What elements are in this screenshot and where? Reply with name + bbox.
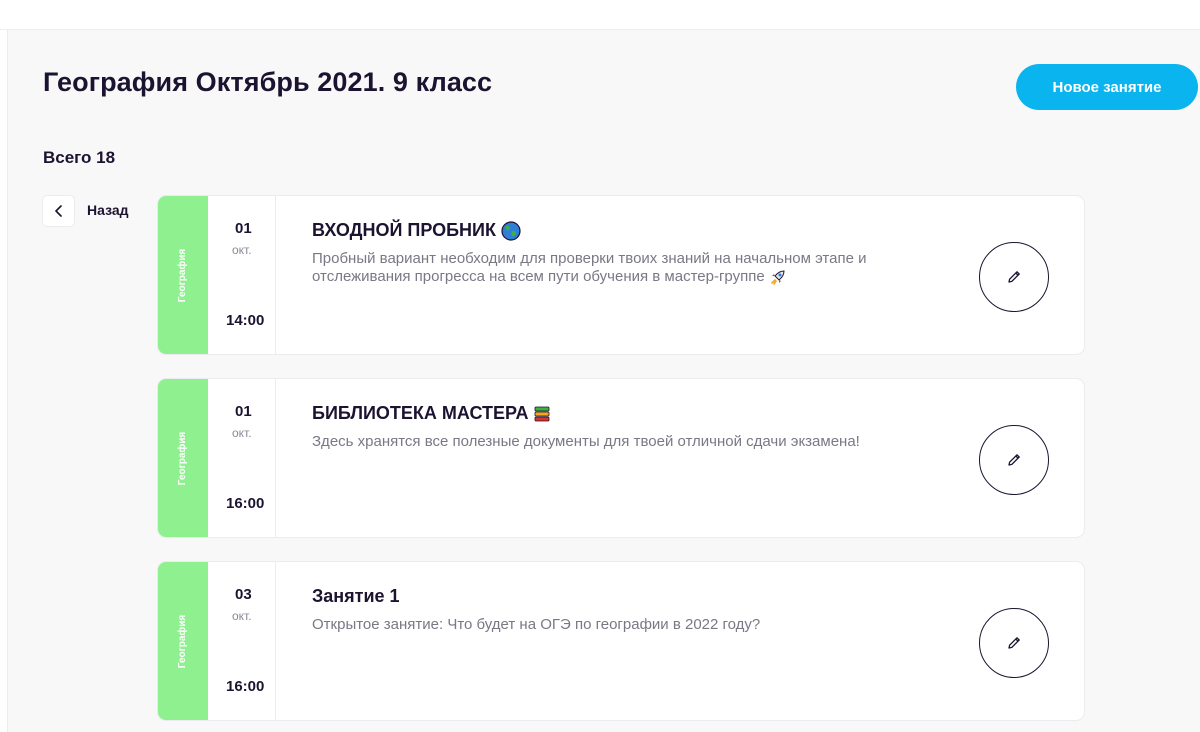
- lesson-day: 01: [235, 403, 252, 420]
- lesson-title-row: БИБЛИОТЕКА МАСТЕРА: [312, 403, 932, 424]
- subject-strip: География: [158, 379, 208, 537]
- lesson-description: Здесь хранятся все полезные документы дл…: [312, 433, 860, 450]
- lesson-description-row: Пробный вариант необходим для проверки т…: [312, 250, 932, 286]
- lesson-body: ВХОДНОЙ ПРОБНИК Пробный вариант необходи…: [312, 220, 932, 286]
- lesson-title: ВХОДНОЙ ПРОБНИК: [312, 220, 496, 240]
- lesson-card[interactable]: География 01 окт. 16:00 БИБЛИОТЕКА МАСТЕ…: [157, 378, 1085, 538]
- subject-label: География: [177, 248, 189, 302]
- lesson-title-row: Занятие 1: [312, 586, 932, 607]
- total-count: Всего 18: [43, 148, 116, 167]
- lesson-day: 03: [235, 586, 252, 603]
- lesson-day: 01: [235, 220, 252, 237]
- edit-lesson-button[interactable]: [979, 425, 1049, 495]
- lesson-card[interactable]: География 01 окт. 14:00 ВХОДНОЙ ПРОБНИК …: [157, 195, 1085, 355]
- lesson-date: 01 окт. 14:00: [208, 196, 276, 354]
- lesson-month: окт.: [232, 609, 252, 623]
- lesson-title: Занятие 1: [312, 586, 400, 606]
- rocket-icon: [771, 270, 785, 285]
- lesson-body: БИБЛИОТЕКА МАСТЕРА Здесь хранятся все по…: [312, 403, 932, 451]
- subject-label: География: [177, 431, 189, 485]
- top-bar: [0, 0, 1200, 30]
- books-icon: [535, 406, 550, 421]
- pencil-icon: [1008, 454, 1020, 466]
- lesson-month: окт.: [232, 243, 252, 257]
- lesson-card[interactable]: География 03 окт. 16:00 Занятие 1 Открыт…: [157, 561, 1085, 721]
- lesson-title: БИБЛИОТЕКА МАСТЕРА: [312, 403, 529, 423]
- chevron-left-icon: [54, 205, 62, 217]
- new-lesson-button[interactable]: Новое занятие: [1016, 64, 1198, 110]
- pencil-icon: [1008, 271, 1020, 283]
- pencil-icon: [1008, 637, 1020, 649]
- lesson-date: 01 окт. 16:00: [208, 379, 276, 537]
- page-title: География Октябрь 2021. 9 класс: [43, 67, 493, 97]
- lesson-month: окт.: [232, 426, 252, 440]
- subject-strip: География: [158, 196, 208, 354]
- main-content: География Октябрь 2021. 9 класс Новое за…: [7, 30, 1200, 732]
- edit-lesson-button[interactable]: [979, 242, 1049, 312]
- lesson-time: 16:00: [226, 678, 265, 695]
- subject-label: География: [177, 614, 189, 668]
- lesson-description: Открытое занятие: Что будет на ОГЭ по ге…: [312, 616, 761, 633]
- subject-strip: География: [158, 562, 208, 720]
- lesson-title-row: ВХОДНОЙ ПРОБНИК: [312, 220, 932, 241]
- edit-lesson-button[interactable]: [979, 608, 1049, 678]
- back-label[interactable]: Назад: [87, 202, 129, 218]
- lesson-time: 16:00: [226, 495, 265, 512]
- globe-icon: [501, 220, 521, 241]
- back-button[interactable]: [42, 195, 75, 227]
- lesson-date: 03 окт. 16:00: [208, 562, 276, 720]
- lesson-body: Занятие 1 Открытое занятие: Что будет на…: [312, 586, 932, 634]
- lesson-time: 14:00: [226, 312, 265, 329]
